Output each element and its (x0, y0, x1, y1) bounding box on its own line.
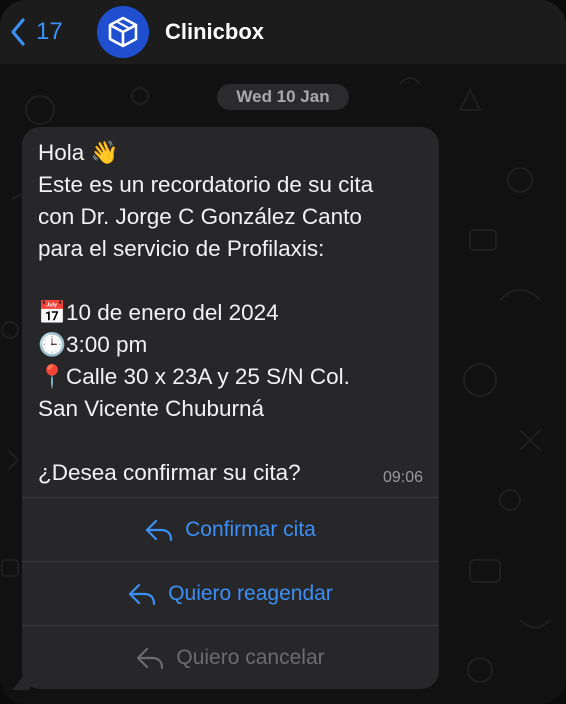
confirm-question: ¿Desea confirmar su cita? (38, 460, 301, 485)
reply-icon (137, 647, 164, 669)
chat-screen: 17 Clinicbox Wed 10 Jan Hola 👋 Este es u… (0, 0, 566, 704)
message-line: Hola 👋 (38, 140, 119, 165)
message-line: con Dr. Jorge C González Canto (38, 204, 362, 229)
back-button[interactable]: 17 (10, 16, 63, 48)
appointment-address-2: San Vicente Chuburná (38, 396, 264, 421)
appointment-date: 📅10 de enero del 2024 (38, 297, 418, 329)
message-bubble: Hola 👋 Este es un recordatorio de su cit… (22, 127, 439, 689)
reply-icon (129, 583, 156, 605)
clock-icon: 🕒 (38, 332, 67, 357)
calendar-icon: 📅 (38, 300, 67, 325)
reply-icon (146, 519, 173, 541)
appointment-time: 🕒3:00 pm (38, 329, 418, 361)
confirm-button[interactable]: Confirmar cita (22, 498, 439, 561)
message-line: Este es un recordatorio de su cita (38, 172, 374, 197)
cancel-button[interactable]: Quiero cancelar (22, 626, 439, 689)
chat-title[interactable]: Clinicbox (165, 19, 264, 45)
chat-header: 17 Clinicbox (0, 0, 566, 64)
chevron-left-icon (11, 18, 25, 46)
avatar[interactable] (97, 6, 149, 58)
message-text: Hola 👋 Este es un recordatorio de su cit… (38, 137, 418, 489)
unread-count: 17 (36, 18, 63, 45)
cube-logo-icon (108, 16, 138, 48)
reschedule-button[interactable]: Quiero reagendar (22, 562, 439, 625)
pin-icon: 📍 (38, 364, 67, 389)
appointment-address: 📍Calle 30 x 23A y 25 S/N Col. (38, 361, 418, 393)
message-timestamp: 09:06 (382, 469, 423, 486)
message-line: para el servicio de Profilaxis: (38, 236, 325, 261)
date-separator: Wed 10 Jan (217, 84, 349, 110)
